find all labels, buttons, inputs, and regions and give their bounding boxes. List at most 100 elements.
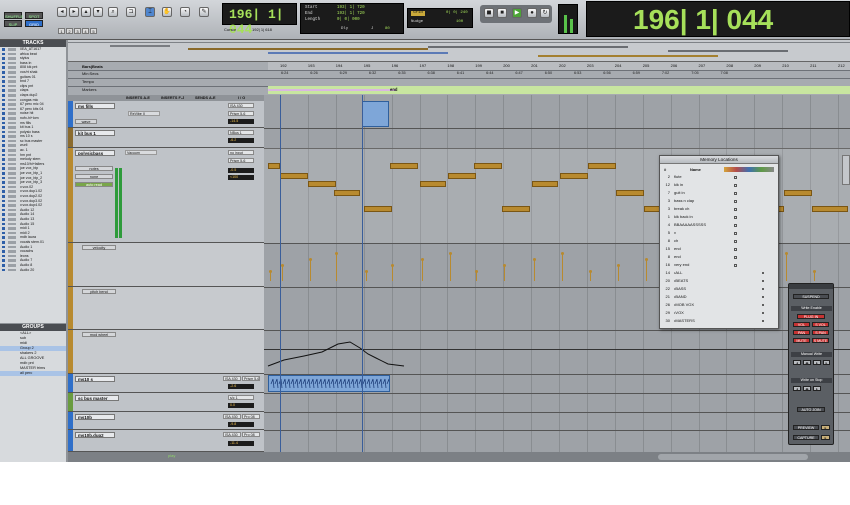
send-mute-button[interactable]: S MUTE	[812, 338, 829, 343]
grid-label[interactable]: Grid	[411, 11, 425, 16]
marker-checkbox[interactable]	[734, 183, 737, 187]
volume-value[interactable]: -2.6	[228, 384, 254, 389]
track-name[interactable]: sc bus master	[75, 395, 119, 401]
memory-location-row[interactable]: 14 •ALL	[662, 270, 776, 276]
marker-checkbox[interactable]	[734, 231, 737, 235]
scrubber-tool-icon[interactable]: ◔	[180, 7, 190, 17]
memory-locations-window[interactable]: Memory Locations # Name 2 flute 12 kik in 7 g…	[659, 155, 779, 329]
memory-location-row[interactable]: 3 break ch	[662, 206, 776, 212]
memory-location-row[interactable]: 4 BBAAAAASSSSS	[662, 222, 776, 228]
preview-button[interactable]: PREVIEW	[793, 425, 819, 430]
memory-location-row[interactable]: 16 very end	[662, 262, 776, 268]
length-value[interactable]: 0| 0| 000	[337, 18, 360, 22]
slip-mode-button[interactable]: SLIP	[4, 20, 22, 27]
capture-button[interactable]: CAPTURE	[793, 435, 819, 440]
group-list-item[interactable]: all perc	[0, 371, 66, 376]
input-selector[interactable]: ISA 430	[223, 414, 241, 419]
stop-write-all-icon[interactable]: ◂▸	[803, 386, 811, 391]
marker-checkbox[interactable]	[734, 247, 737, 251]
input-selector[interactable]: ISA 430	[228, 103, 254, 108]
track-name[interactable]: ms10b.dup2	[75, 432, 115, 438]
record-icon[interactable]: ●	[527, 8, 537, 18]
main-counter-display[interactable]: 196| 1| 044	[222, 3, 297, 37]
zoom-preset-1[interactable]: 1	[58, 28, 65, 34]
marker-checkbox[interactable]	[734, 175, 737, 179]
zoom-preset-4[interactable]: 4	[82, 28, 89, 34]
lane-velocity[interactable]: velocity	[68, 243, 264, 287]
track-list-item[interactable]: Audio 20	[0, 268, 66, 273]
write-to-punch-icon[interactable]: ▸	[823, 360, 830, 365]
mute-button[interactable]: MUTE	[793, 338, 810, 343]
zoom-preset-2[interactable]: 2	[66, 28, 73, 34]
automation-mode[interactable]: auto read	[75, 182, 113, 187]
memory-location-row[interactable]: 20 •BEATS	[662, 278, 776, 284]
automation-window[interactable]: SUSPEND Write Enable PLUG IN VOL S VOL P…	[788, 283, 834, 445]
memory-location-row[interactable]: 7 guit in	[662, 190, 776, 196]
lane-mod-wheel[interactable]: mod wheel	[68, 330, 264, 374]
horizontal-scrollbar[interactable]: play	[68, 452, 850, 462]
volume-value[interactable]: -9.8	[228, 422, 254, 427]
marker-checkbox[interactable]	[734, 207, 737, 211]
write-to-all-icon[interactable]: ◂▸	[803, 360, 811, 365]
send-vol-button[interactable]: S VOL	[812, 322, 829, 327]
track-ms10b[interactable]: ms10b ISA 430 Pro 08 -9.8	[68, 412, 264, 430]
memory-location-row[interactable]: 8 end	[662, 254, 776, 260]
track-name[interactable]: ms10 s	[75, 376, 115, 382]
output-selector[interactable]: Prism 5-6	[228, 158, 254, 163]
volume-value[interactable]: -11.4	[228, 441, 254, 446]
volume-value[interactable]: -0.5	[228, 168, 254, 173]
memory-locations-title[interactable]: Memory Locations	[660, 156, 778, 164]
marker-checkbox[interactable]	[734, 223, 737, 227]
universe-overview[interactable]	[68, 40, 850, 62]
output-selector[interactable]: Prism 5-6	[242, 376, 260, 381]
memory-location-row[interactable]: 2 flute	[662, 174, 776, 180]
lane-view-none[interactable]: none	[75, 174, 113, 179]
write-to-start-icon[interactable]: ◂	[793, 360, 801, 365]
track-ms-fills[interactable]: ms fills wave ReVibe II ISA 430 Prism 5-…	[68, 101, 264, 128]
zoom-out-icon[interactable]: ◂	[57, 7, 67, 17]
spot-mode-button[interactable]: SPOT	[25, 12, 43, 19]
volume-value[interactable]: 0.0	[228, 403, 254, 408]
mod-wheel-lane-label[interactable]: mod wheel	[82, 332, 116, 337]
selector-tool-icon[interactable]: ⌶	[145, 7, 155, 17]
lane-view-selector[interactable]: wave	[75, 119, 97, 124]
track-kit-bus-1[interactable]: kit bus 1 NBus 1 -6.2	[68, 128, 264, 148]
memory-location-row[interactable]: 29 •VOX	[662, 310, 776, 316]
send-pan-button[interactable]: S PAN	[812, 330, 829, 335]
grid-value[interactable]: 0| 0| 240	[446, 11, 468, 15]
stop-write-end-icon[interactable]: ▸	[813, 386, 821, 391]
zoom-in-icon[interactable]: ▸	[69, 7, 79, 17]
shuffle-mode-button[interactable]: SHUFFLE	[4, 12, 23, 19]
capture-punch-icon[interactable]: ▸	[821, 435, 830, 440]
zoom-preset-3[interactable]: 3	[74, 28, 81, 34]
memory-location-row[interactable]: 21 •BAND	[662, 294, 776, 300]
marker-checkbox[interactable]	[734, 199, 737, 203]
memory-location-row[interactable]: 15 end	[662, 246, 776, 252]
track-name[interactable]: polysicbass	[75, 150, 115, 156]
input-selector[interactable]: s/c 1	[228, 395, 254, 400]
insert-slot[interactable]: ReVibe II	[128, 111, 160, 116]
automation-titlebar[interactable]	[789, 284, 833, 289]
marker-checkbox[interactable]	[734, 263, 737, 267]
loop-icon[interactable]: ↻	[540, 8, 550, 18]
track-name[interactable]: kit bus 1	[75, 130, 115, 136]
end-marker[interactable]: end	[390, 87, 397, 92]
plug-in-button[interactable]: PLUG IN	[797, 314, 825, 319]
marker-checkbox[interactable]	[734, 255, 737, 259]
track-sc-bus-master[interactable]: sc bus master s/c 1 0.0	[68, 393, 264, 412]
volume-value[interactable]: -6.2	[228, 138, 254, 143]
nudge-label[interactable]: Nudge	[411, 20, 423, 24]
start-value[interactable]: 193| 1| 720	[337, 6, 365, 10]
lane-pitch-bend[interactable]: pitch bend	[68, 287, 264, 330]
output-selector[interactable]: Pro 08	[242, 432, 260, 437]
zoomer-tool-icon[interactable]: ⌕	[108, 7, 118, 17]
nudge-value[interactable]: 100	[456, 20, 463, 24]
volume-value[interactable]: -14.5	[228, 119, 254, 124]
auto-join-button[interactable]: AUTO JOIN	[797, 407, 825, 412]
stop-write-start-icon[interactable]: ◂	[793, 386, 801, 391]
write-to-end-icon[interactable]: ▸	[813, 360, 821, 365]
stop-icon[interactable]: ■	[497, 8, 507, 18]
velocity-lane-label[interactable]: velocity	[82, 245, 116, 250]
insert-slot[interactable]: Vacuum	[125, 150, 157, 155]
play-icon[interactable]: ▶	[512, 8, 522, 18]
